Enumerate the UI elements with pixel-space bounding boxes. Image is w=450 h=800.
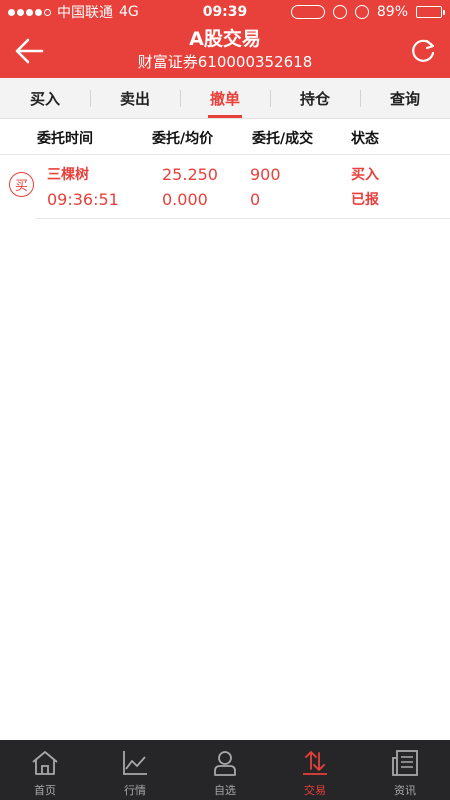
header-status: 状态: [351, 131, 379, 147]
app-header: A股交易 财富证券610000352618: [0, 24, 450, 78]
order-time: 09:36:51: [47, 190, 119, 209]
order-row[interactable]: 买 三棵树 09:36:51 25.250 0.000 900 0 买入 已报: [0, 155, 450, 219]
nav-watchlist[interactable]: 自选: [180, 740, 270, 800]
refresh-icon: [412, 39, 435, 62]
signal-strength-icon: [8, 8, 51, 16]
tab-buy[interactable]: 买入: [0, 78, 90, 118]
order-table-header: 委托时间 委托/均价 委托/成交 状态: [0, 119, 450, 155]
average-price: 0.000: [162, 190, 208, 209]
status-bar: 中国联通 4G 09:39 89%: [0, 0, 450, 24]
home-icon: [32, 751, 58, 775]
bottom-navigation: 首页 行情 自选 交易 资讯: [0, 740, 450, 800]
filled-volume: 0: [250, 190, 261, 209]
nav-home[interactable]: 首页: [0, 740, 90, 800]
nav-home-label: 首页: [34, 784, 56, 797]
tab-sell[interactable]: 卖出: [90, 78, 180, 118]
header-order-time: 委托时间: [37, 131, 93, 147]
nav-market-label: 行情: [124, 784, 146, 797]
trade-tabs: 买入 卖出 撤单 持仓 查询: [0, 78, 450, 119]
tab-positions[interactable]: 持仓: [270, 78, 360, 118]
header-order-price: 委托/均价: [152, 131, 214, 147]
nav-news[interactable]: 资讯: [360, 740, 450, 800]
orientation-lock-icon: [332, 5, 347, 19]
row-divider: [36, 218, 450, 219]
carrier-name: 中国联通: [57, 5, 113, 21]
nav-news-label: 资讯: [394, 784, 416, 797]
order-status: 已报: [351, 192, 379, 208]
news-icon: [392, 750, 418, 776]
nav-trade-label: 交易: [304, 784, 326, 797]
status-time: 09:39: [202, 4, 248, 20]
nav-watchlist-label: 自选: [214, 784, 236, 797]
alarm-icon: [354, 5, 369, 19]
order-direction: 买入: [351, 167, 379, 183]
battery-icon: [416, 6, 445, 18]
buy-badge-icon: 买: [9, 172, 34, 197]
tab-query[interactable]: 查询: [360, 78, 450, 118]
stock-name: 三棵树: [47, 167, 89, 183]
order-volume: 900: [250, 165, 281, 184]
user-icon: [214, 751, 236, 776]
order-price: 25.250: [162, 165, 218, 184]
tab-cancel-order[interactable]: 撤单: [180, 78, 270, 118]
nav-market[interactable]: 行情: [90, 740, 180, 800]
hotspot-icon: [290, 5, 325, 19]
account-subtitle: 财富证券610000352618: [137, 53, 313, 71]
battery-percent: 89%: [376, 4, 408, 20]
trade-arrows-icon: [303, 751, 327, 775]
refresh-button[interactable]: [406, 34, 440, 68]
nav-trade[interactable]: 交易: [270, 740, 360, 800]
chart-icon: [123, 751, 147, 775]
page-title: A股交易: [189, 28, 261, 50]
header-order-volume: 委托/成交: [252, 131, 314, 147]
network-type: 4G: [119, 4, 139, 20]
